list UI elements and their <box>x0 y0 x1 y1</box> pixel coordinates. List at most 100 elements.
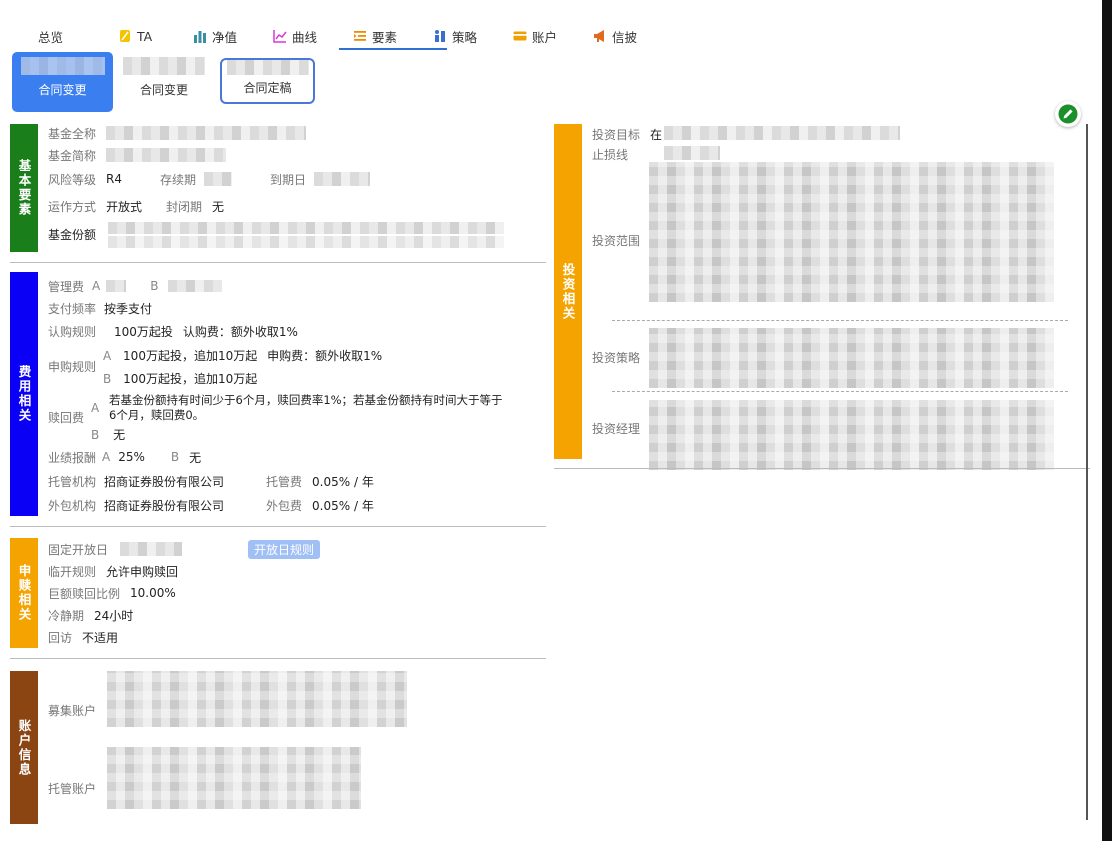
mgmt-fee-a-label: A <box>92 279 101 293</box>
redeem-fee-label: 赎回费 <box>48 411 85 425</box>
section-divider <box>554 468 1090 469</box>
revisit-value: 不适用 <box>82 630 119 645</box>
tab-nav[interactable]: 净值 <box>193 22 273 50</box>
top-tabs: 总览 TA 净值 曲线 要素 策略 账户 信披 <box>14 22 673 50</box>
temp-open-value: 允许申购赎回 <box>106 564 179 579</box>
tab-label: 账户 <box>532 29 558 45</box>
tab-label: 信披 <box>612 29 638 45</box>
panel-border <box>1086 124 1088 820</box>
basic-section: 基本要素 基金全称 基金简称 风险等级 R4 存续期 到期日 运作方式 开放式 … <box>10 124 546 252</box>
open-day-row: 固定开放日 <box>48 540 183 558</box>
redeem-b-label: B <box>91 428 100 442</box>
performance-row: 业绩报酬 A 25% B 无 <box>48 448 201 466</box>
redeem-b-row: B 无 <box>91 426 125 443</box>
account-section: 账户信息 募集账户 托管账户 <box>10 671 546 824</box>
fund-full-name-redacted <box>106 126 307 140</box>
cooling-row: 冷静期 24小时 <box>48 606 133 624</box>
version-date-redacted <box>226 60 309 75</box>
risk-value: R4 <box>106 172 122 186</box>
operation-label: 运作方式 <box>48 199 97 214</box>
invest-strategy-redacted <box>649 328 1054 388</box>
closed-period-label: 封闭期 <box>166 199 203 214</box>
tab-label: 净值 <box>212 29 238 45</box>
version-card-label: 合同变更 <box>139 83 188 97</box>
dashed-divider <box>612 391 1068 392</box>
expire-redacted <box>314 172 371 186</box>
large-redeem-value: 10.00% <box>130 586 176 600</box>
outsource-row: 外包机构 招商证券股份有限公司 外包费 0.05% / 年 <box>48 496 374 514</box>
custody-fee-value: 0.05% / 年 <box>312 474 374 489</box>
section-divider <box>10 658 546 659</box>
performance-a-value: 25% <box>118 450 145 464</box>
risk-row: 风险等级 R4 存续期 到期日 <box>48 170 371 188</box>
large-redeem-row: 巨额赎回比例 10.00% <box>48 584 176 602</box>
subscribe-row: 认购规则 100万起投 认购费：额外收取1% <box>48 322 298 340</box>
mgmt-fee-b-label: B <box>150 279 159 293</box>
large-redeem-label: 巨额赎回比例 <box>48 586 121 601</box>
open-day-rule-tag[interactable]: 开放日规则 <box>248 540 321 559</box>
redeem-a-line1: 若基金份额持有时间少于6个月，赎回费率1%；若基金份额持有时间大于等于 <box>109 393 503 407</box>
tab-elements[interactable]: 要素 <box>339 22 447 50</box>
performance-a-label: A <box>102 450 111 464</box>
fund-short-name-label: 基金简称 <box>48 148 97 163</box>
pay-freq-label: 支付频率 <box>48 301 97 316</box>
tab-disclosure[interactable]: 信披 <box>593 22 673 50</box>
redeem-a-line2: 6个月，赎回费0。 <box>109 408 205 422</box>
mgmt-fee-b-redacted <box>168 280 223 292</box>
version-card-3[interactable]: 合同定稿 <box>220 58 315 104</box>
expire-label: 到期日 <box>270 172 307 187</box>
dashed-divider <box>612 320 1068 321</box>
section-divider <box>10 526 546 527</box>
tab-label: 总览 <box>38 29 64 45</box>
tab-overview[interactable]: 总览 <box>38 22 108 50</box>
fees-side-label: 费用相关 <box>10 272 38 516</box>
fund-share-redacted-2 <box>108 236 504 248</box>
operation-value: 开放式 <box>106 199 143 214</box>
chess-icon <box>435 30 445 42</box>
line-chart-icon <box>273 30 287 43</box>
mgmt-fee-label: 管理费 <box>48 279 85 294</box>
duration-redacted <box>204 172 233 186</box>
account-side-label: 账户信息 <box>10 671 38 824</box>
redeem-section: 申赎相关 固定开放日 开放日规则 临开规则 允许申购赎回 巨额赎回比例 10.0… <box>10 538 546 648</box>
purchase-a-value: 100万起投，追加10万起 <box>123 349 258 363</box>
tab-account[interactable]: 账户 <box>513 22 593 50</box>
fund-full-name-label: 基金全称 <box>48 126 97 141</box>
tab-curve[interactable]: 曲线 <box>273 22 353 50</box>
custody-value: 招商证券股份有限公司 <box>104 474 225 489</box>
fund-share-label: 基金份额 <box>48 228 97 242</box>
invest-scope-redacted <box>649 162 1054 302</box>
performance-b-label: B <box>170 450 180 464</box>
side-label-text: 账户信息 <box>16 718 32 777</box>
version-card-2[interactable]: 合同变更 <box>118 52 210 112</box>
version-card-1[interactable]: 合同变更 <box>12 52 113 112</box>
subscribe-value: 100万起投 <box>114 324 173 339</box>
redeem-a-label: A <box>91 401 100 415</box>
subscribe-label: 认购规则 <box>48 324 97 339</box>
tab-ta[interactable]: TA <box>118 22 193 50</box>
basic-side-label: 基本要素 <box>10 124 38 252</box>
raise-account-redacted <box>107 671 407 727</box>
tab-strategy[interactable]: 策略 <box>433 22 513 50</box>
version-card-label: 合同变更 <box>38 83 87 97</box>
ta-icon <box>120 30 130 42</box>
subscribe-fee: 认购费：额外收取1% <box>182 324 298 339</box>
card-icon <box>513 31 527 41</box>
revisit-row: 回访 不适用 <box>48 628 118 646</box>
version-date-redacted <box>123 57 205 75</box>
custody-fee-label: 托管费 <box>266 474 303 489</box>
stop-loss-redacted <box>664 146 720 160</box>
invest-manager-label: 投资经理 <box>592 422 641 436</box>
temp-open-label: 临开规则 <box>48 564 97 579</box>
pay-freq-value: 按季支付 <box>104 301 153 316</box>
custody-label: 托管机构 <box>48 474 97 489</box>
version-date-redacted <box>20 57 105 75</box>
version-card-label: 合同定稿 <box>243 81 292 95</box>
window-scrollbar[interactable] <box>1102 0 1112 841</box>
mgmt-fee-row: 管理费 A B <box>48 277 223 295</box>
fund-share-redacted <box>108 222 504 234</box>
redeem-b-value: 无 <box>113 428 126 442</box>
pay-freq-row: 支付频率 按季支付 <box>48 299 152 317</box>
invest-side-label: 投资相关 <box>554 124 582 459</box>
closed-period-value: 无 <box>212 199 225 214</box>
